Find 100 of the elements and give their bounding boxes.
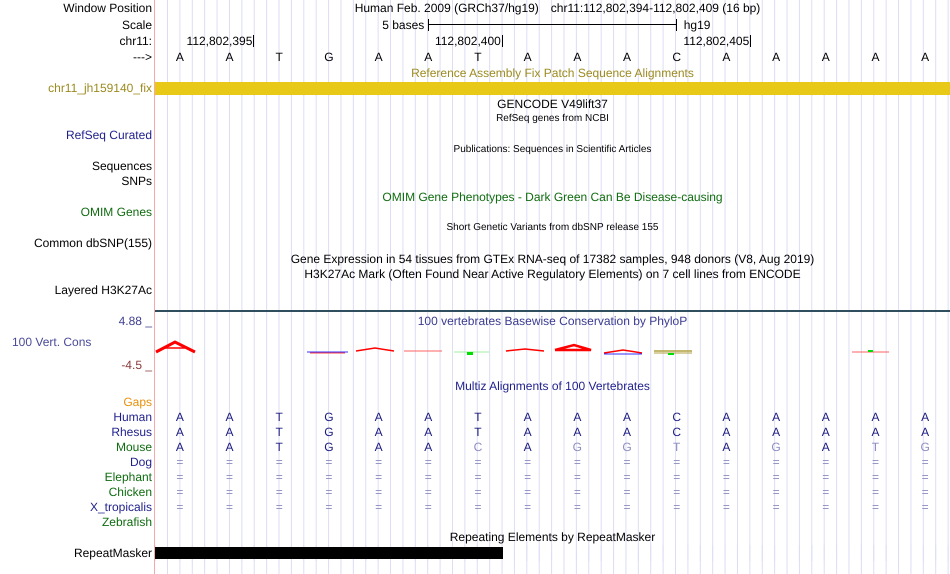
base-letter: =: [175, 501, 184, 513]
base-letter: T: [473, 51, 483, 63]
track-title: Gene Expression in 54 tissues from GTEx RNA-seq of 17382 samples, 948 donors (V8, Aug 2019): [290, 252, 814, 265]
base-letter: A: [870, 411, 880, 423]
base-letter: =: [523, 456, 532, 468]
scale-text: 5 bases: [381, 18, 426, 30]
track-label[interactable]: SNPs: [121, 175, 152, 188]
base-letter: =: [672, 501, 682, 513]
base-letter: =: [622, 471, 632, 483]
base-letter: A: [721, 411, 732, 423]
base-letter: A: [174, 441, 185, 453]
base-letter: G: [323, 51, 335, 63]
base-letter: =: [920, 456, 930, 468]
base-letter: T: [870, 441, 880, 453]
base-letter: A: [374, 426, 384, 438]
track-title: Repeating Elements by RepeatMasker: [450, 531, 656, 544]
track-title: OMIM Gene Phenotypes - Dark Green Can Be Disease-causing: [382, 190, 723, 203]
strand-arrow: --->: [133, 51, 152, 63]
base-letter: A: [771, 51, 782, 63]
base-letter: =: [324, 501, 334, 513]
base-letter: =: [473, 486, 482, 498]
base-letter: A: [224, 51, 235, 63]
base-letter: A: [224, 426, 235, 438]
track-label[interactable]: Elephant: [104, 471, 152, 483]
base-letter: =: [870, 501, 880, 513]
track-subtitle: Publications: Sequences in Scientific Articles: [454, 145, 652, 156]
feature-bar[interactable]: [155, 546, 503, 559]
base-letter: G: [572, 441, 584, 453]
track-label[interactable]: Human: [113, 411, 152, 423]
track-label[interactable]: 100 Vert. Cons: [0, 336, 154, 348]
track-label[interactable]: Layered H3K27Ac: [54, 284, 152, 296]
base-letter: =: [622, 486, 632, 498]
position-range: chr11:112,802,394-112,802,409 (16 bp): [550, 2, 760, 14]
base-letter: A: [174, 411, 185, 423]
base-letter: A: [920, 426, 930, 438]
track-title: H3K27Ac Mark (Often Found Near Active Regulatory Elements) on 7 cell lines from ENCODE: [304, 268, 801, 280]
base-letter: A: [622, 426, 632, 438]
track-label[interactable]: RepeatMasker: [74, 546, 152, 559]
base-letter: A: [820, 51, 831, 63]
track-title: Reference Assembly Fix Patch Sequence Alignments: [411, 66, 694, 79]
track-label[interactable]: RefSeq Curated: [66, 128, 152, 141]
track-label[interactable]: OMIM Genes: [80, 206, 152, 218]
base-letter: A: [423, 441, 434, 453]
base-letter: A: [522, 426, 533, 438]
track-subtitle: Short Genetic Variants from dbSNP release 155: [446, 222, 658, 233]
track-label[interactable]: Common dbSNP(155): [34, 237, 152, 250]
base-letter: =: [870, 486, 880, 498]
assembly-name: Human Feb. 2009 (GRCh37/hg19): [354, 2, 539, 14]
base-letter: =: [523, 471, 532, 483]
base-letter: G: [323, 441, 335, 453]
base-letter: =: [473, 471, 482, 483]
base-letter: =: [225, 456, 234, 468]
base-letter: T: [274, 426, 284, 438]
base-letter: A: [423, 426, 434, 438]
base-letter: A: [224, 411, 235, 423]
base-letter: =: [374, 456, 384, 468]
base-letter: =: [523, 486, 532, 498]
row-label: chr11:: [120, 35, 152, 47]
base-letter: =: [374, 471, 384, 483]
base-letter: A: [870, 51, 880, 63]
base-letter: =: [772, 471, 781, 483]
track-label[interactable]: Zebrafish: [102, 516, 152, 528]
base-letter: A: [174, 51, 185, 63]
base-letter: =: [424, 486, 433, 498]
track-label[interactable]: Rhesus: [111, 426, 152, 438]
base-letter: =: [920, 501, 930, 513]
scale-db: hg19: [682, 18, 712, 30]
row-label: Scale: [122, 18, 152, 30]
base-letter: =: [225, 471, 234, 483]
base-letter: A: [374, 51, 384, 63]
base-letter: =: [175, 486, 184, 498]
track-label[interactable]: Chicken: [108, 486, 152, 498]
base-letter: G: [919, 441, 931, 453]
track-label[interactable]: Dog: [130, 456, 152, 468]
base-letter: A: [870, 426, 880, 438]
track-title: GENCODE V49lift37: [497, 98, 608, 110]
base-letter: =: [175, 456, 184, 468]
base-letter: A: [572, 51, 582, 63]
base-letter: A: [721, 51, 732, 63]
base-letter: =: [274, 471, 284, 483]
base-letter: =: [920, 486, 930, 498]
axis-min-label: -4.5 _: [121, 358, 154, 370]
base-letter: G: [621, 441, 633, 453]
base-letter: =: [274, 501, 284, 513]
base-letter: =: [424, 471, 433, 483]
base-letter: =: [324, 486, 334, 498]
coordinate-label: 112,802,405: [652, 35, 752, 47]
base-letter: =: [672, 486, 682, 498]
base-letter: A: [622, 51, 632, 63]
base-letter: =: [622, 501, 632, 513]
base-letter: =: [374, 501, 384, 513]
track-label[interactable]: Sequences: [92, 160, 152, 172]
base-letter: =: [274, 456, 284, 468]
base-letter: A: [522, 411, 533, 423]
base-letter: =: [772, 501, 781, 513]
track-label[interactable]: X_tropicalis: [90, 501, 152, 513]
base-letter: =: [225, 501, 234, 513]
base-letter: T: [274, 411, 284, 423]
track-label[interactable]: Mouse: [116, 441, 152, 453]
base-letter: A: [423, 411, 434, 423]
